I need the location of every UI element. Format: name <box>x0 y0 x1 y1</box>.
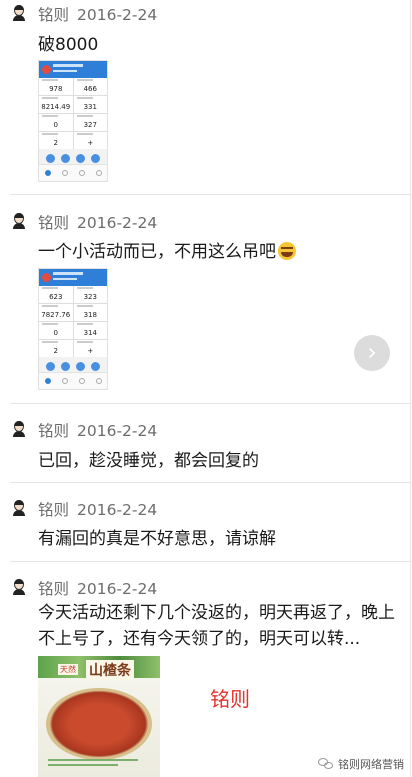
author-name[interactable]: 铭则 <box>38 501 69 519</box>
stat-value: 0 <box>53 121 58 129</box>
shortcut-icons <box>39 149 107 163</box>
stat-value: 7827.76 <box>41 311 71 319</box>
comment-item: 铭则 2016-2-24 破8000 978 466 8214.49 331 0 … <box>0 0 410 195</box>
author-name[interactable]: 铭则 <box>38 6 69 24</box>
author-name[interactable]: 铭则 <box>38 214 69 232</box>
comment-date: 2016-2-24 <box>77 422 158 440</box>
stat-value: 2 <box>53 347 58 355</box>
avatar[interactable] <box>12 213 26 229</box>
shortcut-icons <box>39 357 107 371</box>
comment-date: 2016-2-24 <box>77 6 158 24</box>
stat-value: 318 <box>83 311 97 319</box>
product-tag: 天然 <box>58 664 78 675</box>
comment-item: 铭则 2016-2-24 已回，趁没睡觉，都会回复的 <box>0 404 410 484</box>
add-icon: + <box>87 139 94 147</box>
comment-text: 一个小活动而已，不用这么吊吧 <box>38 237 296 262</box>
product-image[interactable]: 天然 山楂条 <box>38 656 160 777</box>
comment-item: 铭则 2016-2-24 一个小活动而已，不用这么吊吧 623 323 7827.… <box>0 195 410 405</box>
laughing-tears-emoji-icon <box>278 242 296 260</box>
stat-value: 466 <box>83 85 97 93</box>
comment-meta: 铭则 2016-2-24 <box>38 3 157 25</box>
author-name[interactable]: 铭则 <box>38 580 69 598</box>
author-name[interactable]: 铭则 <box>38 422 69 440</box>
stat-value: 327 <box>83 121 97 129</box>
comment-item: 铭则 2016-2-24 有漏回的真是不好意思，请谅解 <box>0 483 410 563</box>
right-edge-divider <box>410 0 411 777</box>
avatar[interactable] <box>12 579 26 595</box>
avatar[interactable] <box>12 500 26 516</box>
comment-meta: 铭则 2016-2-24 <box>38 498 157 520</box>
hawthorn-strips-bowl <box>46 688 152 760</box>
signature-label: 铭则 <box>210 687 250 711</box>
screenshot-thumbnail[interactable]: 978 466 8214.49 331 0 327 2 + <box>38 60 108 182</box>
stat-value: 0 <box>53 329 58 337</box>
next-button[interactable]: › <box>354 335 390 371</box>
comment-meta: 铭则 2016-2-24 <box>38 211 157 233</box>
tab-bar <box>39 164 107 181</box>
comment-feed: 铭则 2016-2-24 破8000 978 466 8214.49 331 0 … <box>0 0 412 777</box>
stat-value: 8214.49 <box>41 103 71 111</box>
chevron-right-icon: › <box>367 338 377 366</box>
comment-text-body: 一个小活动而已，不用这么吊吧 <box>38 242 276 262</box>
stat-value: 314 <box>83 329 97 337</box>
screenshot-thumbnail[interactable]: 623 323 7827.76 318 0 314 2 + <box>38 268 108 390</box>
tab-bar <box>39 372 107 389</box>
watermark-text: 铭则网络营销 <box>338 758 404 771</box>
avatar[interactable] <box>12 5 26 21</box>
watermark: 铭则网络营销 <box>318 754 404 774</box>
stat-value: 623 <box>49 293 63 301</box>
stat-value: 978 <box>49 85 63 93</box>
stats-grid: 978 466 8214.49 331 0 327 2 + <box>39 78 107 149</box>
comment-date: 2016-2-24 <box>77 580 158 598</box>
comment-meta: 铭则 2016-2-24 <box>38 577 157 599</box>
product-brand: 山楂条 <box>86 660 134 680</box>
comment-meta: 铭则 2016-2-24 <box>38 419 157 441</box>
app-header <box>39 61 107 78</box>
add-icon: + <box>87 347 94 355</box>
comment-text: 已回，趁没睡觉，都会回复的 <box>38 451 259 471</box>
comment-date: 2016-2-24 <box>77 501 158 519</box>
product-caption-lines <box>48 759 148 773</box>
avatar[interactable] <box>12 421 26 437</box>
comment-text: 有漏回的真是不好意思，请谅解 <box>38 529 276 549</box>
comment-text: 破8000 <box>38 35 99 55</box>
stat-value: 331 <box>83 103 97 111</box>
stats-grid: 623 323 7827.76 318 0 314 2 + <box>39 286 107 357</box>
comment-date: 2016-2-24 <box>77 214 158 232</box>
wechat-icon <box>318 758 334 770</box>
stat-value: 2 <box>53 139 58 147</box>
stat-value: 323 <box>83 293 97 301</box>
app-header <box>39 269 107 286</box>
comment-text: 今天活动还剩下几个没返的，明天再返了，晚上不上号了，还有今天领了的，明天可以转.… <box>38 603 395 649</box>
